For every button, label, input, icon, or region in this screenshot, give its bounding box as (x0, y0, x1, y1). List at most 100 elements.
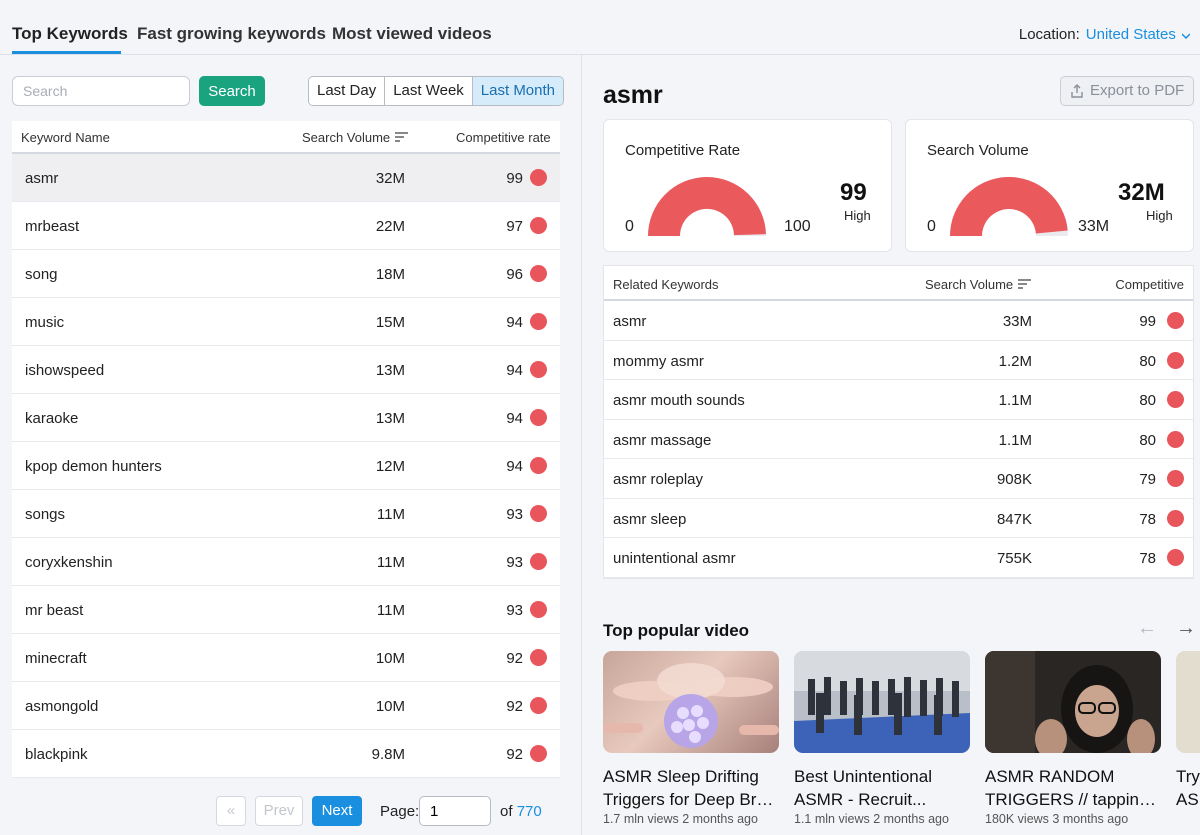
video-title-line2[interactable]: TRIGGERS // tapping ... (985, 788, 1161, 811)
related-keyword-name[interactable]: mommy asmr (613, 353, 704, 370)
period-last-month[interactable]: Last Month (472, 77, 564, 105)
keyword-name[interactable]: music (25, 314, 64, 331)
selected-keyword-title: asmr (603, 81, 663, 109)
keyword-name[interactable]: karaoke (25, 410, 78, 427)
location-selector[interactable]: Location: United States (1019, 26, 1191, 43)
keyword-row[interactable]: mr beast 11M 93 (12, 586, 560, 634)
competitive-rate-level: High (844, 208, 871, 223)
keyword-row[interactable]: minecraft 10M 92 (12, 634, 560, 682)
tab-top-keywords[interactable]: Top Keywords (12, 24, 128, 44)
related-keyword-name[interactable]: asmr massage (613, 432, 711, 449)
video-title-line2[interactable]: AS (1176, 788, 1200, 811)
related-keyword-rate: 80 (1139, 352, 1156, 370)
keyword-row[interactable]: asmr 32M 99 (12, 154, 560, 202)
location-value[interactable]: United States (1086, 26, 1176, 43)
competitive-rate-card: Competitive Rate 0 100 99 High (603, 119, 892, 252)
video-thumbnail[interactable] (603, 651, 779, 753)
video-card[interactable]: ASMR RANDOM TRIGGERS // tapping ... 180K… (985, 651, 1161, 826)
competitive-dot-icon (1167, 351, 1184, 369)
column-related-search-volume[interactable]: Search Volume (925, 277, 1013, 292)
keyword-name[interactable]: asmr (25, 170, 58, 187)
related-keyword-row[interactable]: unintentional asmr 755K 78 (604, 538, 1193, 578)
keyword-name[interactable]: song (25, 266, 58, 283)
video-thumbnail[interactable] (985, 651, 1161, 753)
keyword-volume: 13M (375, 410, 405, 427)
keyword-row[interactable]: songs 11M 93 (12, 490, 560, 538)
keyword-name[interactable]: coryxkenshin (25, 554, 113, 571)
related-keyword-row[interactable]: mommy asmr 1.2M 80 (604, 341, 1193, 380)
keyword-name[interactable]: asmongold (25, 698, 98, 715)
keyword-volume: 18M (375, 266, 405, 283)
search-button[interactable]: Search (199, 76, 265, 106)
video-card[interactable]: Best Unintentional ASMR - Recruit... 1.1… (794, 651, 970, 826)
keyword-row[interactable]: kpop demon hunters 12M 94 (12, 442, 560, 490)
column-competitive-rate[interactable]: Competitive rate (456, 130, 551, 145)
video-title-line1[interactable]: ASMR Sleep Drifting (603, 765, 779, 788)
competitive-dot-icon (530, 313, 547, 330)
related-keyword-name[interactable]: asmr mouth sounds (613, 392, 745, 409)
period-last-day[interactable]: Last Day (309, 77, 386, 105)
keyword-name[interactable]: mr beast (25, 602, 83, 619)
sort-icon[interactable] (395, 132, 408, 142)
next-page-button[interactable]: Next (312, 796, 362, 826)
related-keyword-name[interactable]: asmr roleplay (613, 471, 703, 488)
column-related-keywords[interactable]: Related Keywords (613, 277, 719, 292)
first-page-button[interactable]: « (216, 796, 246, 826)
related-keyword-name[interactable]: asmr sleep (613, 511, 686, 528)
keyword-name[interactable]: mrbeast (25, 218, 79, 235)
related-keyword-volume: 1.1M (998, 392, 1032, 409)
page-input[interactable] (419, 796, 491, 826)
video-title-line1[interactable]: Try (1176, 765, 1200, 788)
competitive-dot-icon (530, 601, 547, 618)
export-pdf-label: Export to PDF (1090, 82, 1185, 99)
column-keyword-name[interactable]: Keyword Name (21, 130, 110, 145)
sort-icon[interactable] (1018, 279, 1031, 289)
competitive-rate-value: 99 (840, 179, 867, 206)
keyword-rate: 92 (506, 746, 523, 763)
keyword-row[interactable]: ishowspeed 13M 94 (12, 346, 560, 394)
tab-fast-growing-keywords[interactable]: Fast growing keywords (137, 24, 326, 44)
total-pages-link[interactable]: 770 (517, 803, 542, 820)
tab-most-viewed-videos[interactable]: Most viewed videos (332, 24, 492, 44)
related-keyword-row[interactable]: asmr mouth sounds 1.1M 80 (604, 380, 1193, 420)
column-competitive[interactable]: Competitive (1115, 277, 1184, 292)
keyword-row[interactable]: karaoke 13M 94 (12, 394, 560, 442)
related-keyword-row[interactable]: asmr sleep 847K 78 (604, 499, 1193, 538)
video-title-line1[interactable]: ASMR RANDOM (985, 765, 1161, 788)
video-thumbnail[interactable] (794, 651, 970, 753)
video-title-line2[interactable]: Triggers for Deep Bra... (603, 788, 779, 811)
keyword-name[interactable]: blackpink (25, 746, 88, 763)
related-keyword-name[interactable]: asmr (613, 313, 646, 330)
prev-page-button[interactable]: Prev (255, 796, 303, 826)
keyword-row[interactable]: coryxkenshin 11M 93 (12, 538, 560, 586)
keyword-row[interactable]: mrbeast 22M 97 (12, 202, 560, 250)
related-keyword-volume: 847K (996, 510, 1032, 528)
keyword-name[interactable]: minecraft (25, 650, 87, 667)
export-pdf-button[interactable]: Export to PDF (1060, 76, 1194, 106)
video-thumbnail[interactable] (1176, 651, 1200, 753)
keyword-name[interactable]: kpop demon hunters (25, 458, 162, 475)
keyword-row[interactable]: blackpink 9.8M 92 (12, 730, 560, 778)
keyword-rate: 99 (506, 170, 523, 187)
related-keyword-row[interactable]: asmr 33M 99 (604, 301, 1193, 341)
keyword-row[interactable]: song 18M 96 (12, 250, 560, 298)
competitive-dot-icon (530, 409, 547, 426)
carousel-next-arrow-icon[interactable]: → (1176, 617, 1196, 640)
period-last-week[interactable]: Last Week (385, 77, 473, 105)
video-card[interactable]: Try AS (1176, 651, 1200, 811)
video-title-line1[interactable]: Best Unintentional (794, 765, 970, 788)
related-keyword-row[interactable]: asmr roleplay 908K 79 (604, 459, 1193, 499)
chevron-down-icon[interactable] (1181, 33, 1191, 40)
keyword-volume: 10M (375, 650, 405, 667)
video-card[interactable]: ASMR Sleep Drifting Triggers for Deep Br… (603, 651, 779, 826)
related-keyword-name[interactable]: unintentional asmr (613, 550, 736, 567)
carousel-prev-arrow-icon[interactable]: ← (1137, 617, 1157, 640)
keyword-row[interactable]: music 15M 94 (12, 298, 560, 346)
related-keyword-row[interactable]: asmr massage 1.1M 80 (604, 420, 1193, 459)
keyword-row[interactable]: asmongold 10M 92 (12, 682, 560, 730)
keyword-name[interactable]: ishowspeed (25, 362, 104, 379)
column-search-volume[interactable]: Search Volume (302, 130, 390, 145)
keyword-name[interactable]: songs (25, 506, 65, 523)
search-input[interactable] (12, 76, 190, 106)
video-title-line2[interactable]: ASMR - Recruit... (794, 788, 970, 811)
